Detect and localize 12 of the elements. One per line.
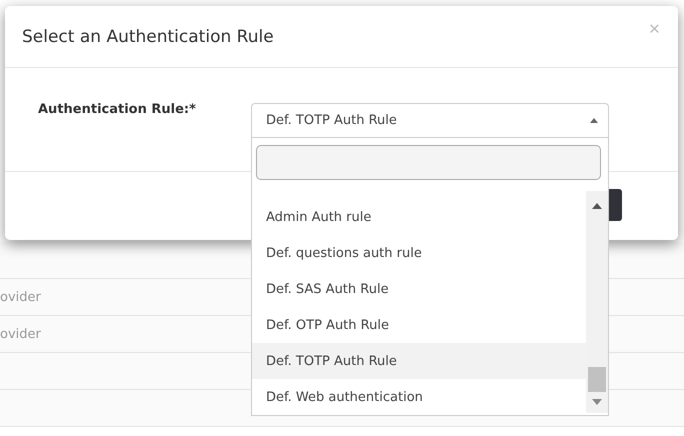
caret-icon bbox=[590, 118, 598, 123]
search-field[interactable] bbox=[256, 145, 601, 180]
row-text: ovider bbox=[0, 326, 41, 342]
scrollbar[interactable] bbox=[586, 191, 608, 413]
scroll-down-icon[interactable] bbox=[592, 399, 602, 405]
row-text: ovider bbox=[0, 290, 41, 304]
rule-select[interactable]: Def. TOTP Auth Rule bbox=[251, 103, 609, 138]
scroll-up-icon[interactable] bbox=[592, 203, 602, 209]
option-item[interactable]: Def. TOTP Auth Rule bbox=[252, 343, 586, 379]
scroll-thumb[interactable] bbox=[588, 367, 606, 392]
dialog-title: Select an Authentication Rule bbox=[22, 26, 274, 46]
field-label: Authentication Rule:* bbox=[38, 102, 196, 119]
